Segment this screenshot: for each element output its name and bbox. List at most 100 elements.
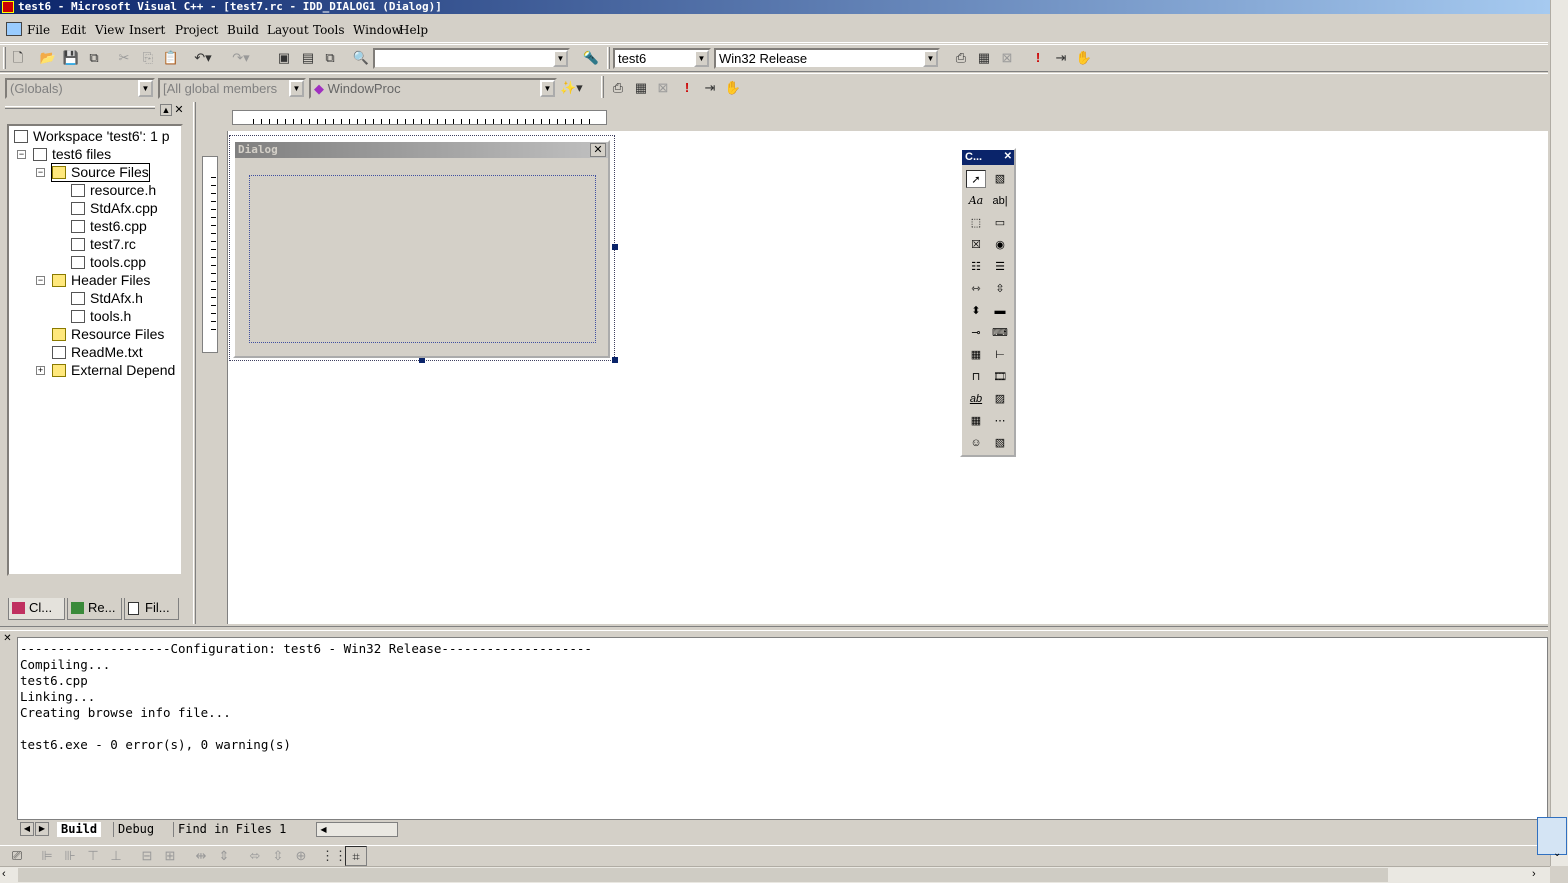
tab-debug[interactable]: Debug bbox=[113, 822, 158, 837]
close-icon[interactable]: ✕ bbox=[590, 143, 606, 157]
test-dialog-icon[interactable]: ⎚ bbox=[6, 846, 28, 866]
align-left-icon[interactable]: ⊫ bbox=[36, 846, 58, 866]
build-icon[interactable]: ▦ bbox=[630, 78, 652, 98]
tree-folder-external-dependencies[interactable]: External Depend bbox=[52, 362, 175, 379]
function-combo[interactable]: ◆ WindowProc ▼ bbox=[309, 78, 557, 99]
tree-control-icon[interactable]: ⊢ bbox=[990, 346, 1010, 364]
resize-handle[interactable] bbox=[612, 357, 618, 363]
scroll-down-icon[interactable]: ⌄ bbox=[1553, 848, 1561, 859]
horizontal-scrollbar-icon[interactable]: ⇿ bbox=[966, 280, 986, 298]
same-size-icon[interactable]: ⊕ bbox=[290, 846, 312, 866]
align-top-icon[interactable]: ⊤ bbox=[82, 846, 104, 866]
save-icon[interactable]: 💾 bbox=[60, 48, 82, 68]
toolbar-grip[interactable] bbox=[607, 47, 610, 69]
pointer-icon[interactable]: ➚ bbox=[966, 170, 986, 188]
main-vscrollbar[interactable]: ⌄ bbox=[1537, 0, 1568, 866]
find-combo[interactable]: ▼ bbox=[373, 48, 570, 69]
slider-icon[interactable]: ⊸ bbox=[966, 324, 986, 342]
same-height-icon[interactable]: ⇳ bbox=[267, 846, 289, 866]
wizard-action-icon[interactable]: ✨▾ bbox=[560, 78, 583, 98]
button-icon[interactable]: ▭ bbox=[990, 214, 1010, 232]
go-icon[interactable]: ⇥ bbox=[699, 78, 721, 98]
radio-button-icon[interactable]: ◉ bbox=[990, 236, 1010, 254]
tab-fileview[interactable]: Fil... bbox=[124, 598, 179, 620]
go-icon[interactable]: ⇥ bbox=[1050, 48, 1072, 68]
tree-project[interactable]: test6 files bbox=[33, 146, 111, 163]
cut-icon[interactable]: ✂ bbox=[113, 48, 135, 68]
list-box-icon[interactable]: ☰ bbox=[990, 258, 1010, 276]
redo-icon[interactable]: ↷▾ bbox=[230, 48, 252, 68]
compile-icon[interactable]: ⎙ bbox=[950, 48, 972, 68]
members-combo[interactable]: [All global members ▼ bbox=[158, 78, 306, 99]
menu-help[interactable]: Help bbox=[399, 22, 428, 38]
tree-file[interactable]: StdAfx.h bbox=[71, 290, 143, 307]
resize-handle[interactable] bbox=[612, 244, 618, 250]
collapse-icon[interactable]: − bbox=[36, 168, 45, 177]
main-hscrollbar[interactable]: ‹ › bbox=[0, 866, 1550, 883]
ip-address-icon[interactable]: ⋯ bbox=[990, 412, 1010, 430]
custom-control-icon[interactable]: ☺ bbox=[966, 434, 986, 452]
execute-icon[interactable]: ! bbox=[676, 78, 698, 98]
build-icon[interactable]: ▦ bbox=[973, 48, 995, 68]
chevron-down-icon[interactable]: ▼ bbox=[540, 80, 555, 97]
close-icon[interactable]: ✕ bbox=[1004, 151, 1012, 163]
copy-icon[interactable]: ⎘ bbox=[137, 48, 159, 68]
menu-file[interactable]: File bbox=[27, 22, 50, 38]
toolbar-grip[interactable] bbox=[601, 76, 604, 98]
tree-file[interactable]: ReadMe.txt bbox=[52, 344, 143, 361]
scroll-right-icon[interactable]: › bbox=[1532, 868, 1536, 880]
execute-icon[interactable]: ! bbox=[1027, 48, 1049, 68]
progress-icon[interactable]: ▬ bbox=[990, 302, 1010, 320]
tree-file[interactable]: tools.cpp bbox=[71, 254, 146, 271]
workspace-icon[interactable]: ▣ bbox=[273, 48, 295, 68]
output-window[interactable]: --------------------Configuration: test6… bbox=[17, 637, 1548, 820]
menu-build[interactable]: Build bbox=[227, 22, 259, 38]
tab-build[interactable]: Build bbox=[57, 822, 102, 837]
same-width-icon[interactable]: ⬄ bbox=[244, 846, 266, 866]
close-icon[interactable]: ✕ bbox=[173, 104, 185, 116]
config-combo[interactable]: Win32 Release ▼ bbox=[714, 48, 940, 69]
tree-file[interactable]: test6.cpp bbox=[71, 218, 147, 235]
spin-icon[interactable]: ⬍ bbox=[966, 302, 986, 320]
new-file-icon[interactable]: 🗋 bbox=[7, 48, 29, 68]
project-combo[interactable]: test6 ▼ bbox=[613, 48, 711, 69]
tab-resourceview[interactable]: Re... bbox=[67, 598, 122, 620]
edit-box-icon[interactable]: ab| bbox=[990, 192, 1010, 210]
tab-scroll-right-icon[interactable]: ▶ bbox=[35, 822, 49, 836]
scroll-thumb[interactable] bbox=[1537, 817, 1567, 855]
paste-icon[interactable]: 📋 bbox=[160, 48, 182, 68]
compile-icon[interactable]: ⎙ bbox=[607, 78, 629, 98]
menu-view[interactable]: View bbox=[95, 22, 125, 38]
controls-toolbox[interactable]: C... ✕ ➚ ▧ Aa ab| ⬚ ▭ ☒ ◉ ☷ ☰ ⇿ ⇳ ⬍ ▬ ⊸ ⌨… bbox=[960, 148, 1016, 457]
tree-file[interactable]: tools.h bbox=[71, 308, 131, 325]
undo-icon[interactable]: ↶▾ bbox=[192, 48, 214, 68]
rich-edit-icon[interactable]: ab bbox=[966, 390, 986, 408]
find-in-files-icon[interactable]: 🔍 bbox=[350, 48, 372, 68]
chevron-down-icon[interactable]: ▼ bbox=[694, 50, 709, 67]
picture-icon[interactable]: ▧ bbox=[990, 170, 1010, 188]
toolbar-grip[interactable] bbox=[3, 47, 6, 69]
save-all-icon[interactable]: ⧉ bbox=[83, 48, 105, 68]
stop-build-icon[interactable]: ⊠ bbox=[996, 48, 1018, 68]
vertical-scrollbar-icon[interactable]: ⇳ bbox=[990, 280, 1010, 298]
open-icon[interactable]: 📂 bbox=[37, 48, 59, 68]
space-across-icon[interactable]: ⇹ bbox=[190, 846, 212, 866]
group-box-icon[interactable]: ⬚ bbox=[966, 214, 986, 232]
tab-control-icon[interactable]: ⊓ bbox=[966, 368, 986, 386]
chevron-down-icon[interactable]: ▼ bbox=[289, 80, 304, 97]
align-bottom-icon[interactable]: ⊥ bbox=[105, 846, 127, 866]
menu-window[interactable]: Window bbox=[353, 22, 402, 38]
breakpoint-icon[interactable]: ✋ bbox=[722, 78, 744, 98]
tree-folder-header-files[interactable]: Header Files bbox=[52, 272, 150, 289]
expand-icon[interactable]: + bbox=[36, 366, 45, 375]
menu-edit[interactable]: Edit bbox=[61, 22, 86, 38]
tab-scroll-left-icon[interactable]: ◀ bbox=[20, 822, 34, 836]
tree-folder-resource-files[interactable]: Resource Files bbox=[52, 326, 164, 343]
output-hscrollbar[interactable]: ◀ bbox=[316, 822, 398, 837]
ruler-guides-icon[interactable]: ⌗ bbox=[345, 846, 367, 866]
tree-file[interactable]: StdAfx.cpp bbox=[71, 200, 158, 217]
scroll-left-icon[interactable]: ‹ bbox=[2, 868, 6, 880]
scroll-thumb[interactable] bbox=[18, 868, 1388, 882]
document-menu-icon[interactable] bbox=[6, 22, 22, 36]
chevron-down-icon[interactable]: ▼ bbox=[923, 50, 938, 67]
